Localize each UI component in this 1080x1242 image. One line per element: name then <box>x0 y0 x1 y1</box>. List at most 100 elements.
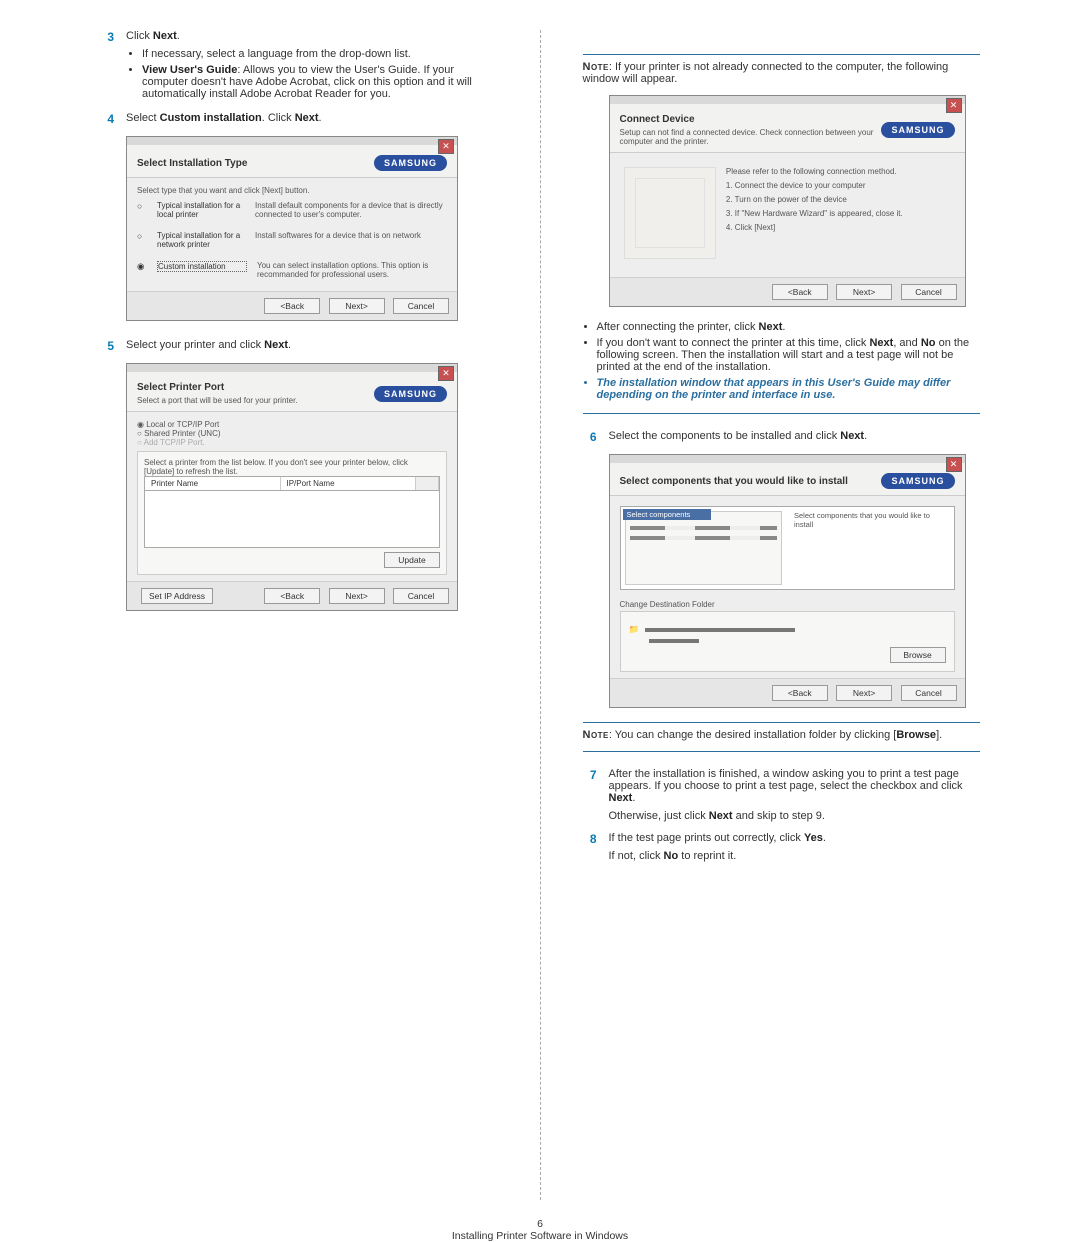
text: ]. <box>936 729 942 741</box>
right-column: Note: If your printer is not already con… <box>583 30 981 1200</box>
after-connect-bullets: After connecting the printer, click Next… <box>583 321 981 401</box>
back-button[interactable]: <Back <box>264 298 320 314</box>
list-item: If you don't want to connect the printer… <box>597 337 981 373</box>
text: . <box>632 792 635 804</box>
browse-button[interactable]: Browse <box>890 647 946 663</box>
components-group: Select components Select components that… <box>620 506 955 590</box>
step-7: 7 After the installation is finished, a … <box>583 768 981 822</box>
close-icon[interactable]: ✕ <box>438 139 454 154</box>
step-body: Select your printer and click Next. <box>126 339 498 353</box>
text: . <box>319 112 322 124</box>
next-button[interactable]: Next> <box>329 588 385 604</box>
brand-badge: SAMSUNG <box>881 122 954 138</box>
components-list[interactable]: Select components <box>625 511 783 585</box>
option-label: Typical installation for a local printer <box>157 201 245 219</box>
components-desc: Select components that you would like to… <box>790 511 950 585</box>
text: Please refer to the following connection… <box>726 167 903 176</box>
radio-icon[interactable]: ○ <box>137 231 147 241</box>
text: 3. If "New Hardware Wizard" is appeared,… <box>726 209 903 218</box>
brand-badge: SAMSUNG <box>374 155 447 171</box>
text-bold: Custom installation <box>160 112 262 124</box>
dialog-select-installation-type: ✕ Select Installation Type SAMSUNG Selec… <box>126 136 458 321</box>
step-body: Select Custom installation. Click Next. <box>126 112 498 126</box>
step-4: 4 Select Custom installation. Click Next… <box>100 112 498 126</box>
step-body: If the test page prints out correctly, c… <box>609 832 981 862</box>
text: and skip to step 9. <box>733 810 825 822</box>
brand-badge: SAMSUNG <box>881 473 954 489</box>
list-item-emphasis: The installation window that appears in … <box>597 377 981 401</box>
radio-icon[interactable]: ◉ <box>137 261 147 272</box>
path-placeholder <box>649 639 699 643</box>
close-icon[interactable]: ✕ <box>438 366 454 381</box>
text: . <box>823 832 826 844</box>
folder-icon: 📁 <box>629 624 640 635</box>
step-number: 3 <box>100 30 114 44</box>
next-button[interactable]: Next> <box>836 284 892 300</box>
option-custom[interactable]: ◉ Custom installation You can select ins… <box>137 255 447 285</box>
col-printer-name: Printer Name <box>145 477 281 490</box>
dialog-buttons: <Back Next> Cancel <box>610 277 965 306</box>
text-bold: Browse <box>896 729 936 741</box>
dest-folder-box: 📁 Browse <box>620 611 955 672</box>
close-icon[interactable]: ✕ <box>946 457 962 472</box>
connection-illustration <box>624 167 716 259</box>
list-item: After connecting the printer, click Next… <box>597 321 981 333</box>
option-label: Custom installation <box>157 261 247 272</box>
cancel-button[interactable]: Cancel <box>901 284 957 300</box>
cancel-button[interactable]: Cancel <box>901 685 957 701</box>
dialog-buttons: <Back Next> Cancel <box>610 678 965 707</box>
text: . <box>288 339 291 351</box>
step-number: 7 <box>583 768 597 822</box>
back-button[interactable]: <Back <box>772 685 828 701</box>
text-bold: Next <box>759 321 783 333</box>
dialog-buttons: Set IP Address <Back Next> Cancel <box>127 581 457 610</box>
close-icon[interactable]: ✕ <box>946 98 962 113</box>
text: 1. Connect the device to your computer <box>726 181 903 190</box>
brand-badge: SAMSUNG <box>374 386 447 402</box>
text: . Click <box>262 112 295 124</box>
text: 4. Click [Next] <box>726 223 903 232</box>
note-connect: Note: If your printer is not already con… <box>583 61 981 85</box>
option-desc: You can select installation options. Thi… <box>257 261 447 279</box>
text-bold: Next <box>295 112 319 124</box>
scrollbar[interactable] <box>416 477 439 490</box>
dialog-header: Select Printer Port Select a port that w… <box>127 372 457 412</box>
update-button[interactable]: Update <box>384 552 440 568</box>
next-button[interactable]: Next> <box>329 298 385 314</box>
step-5: 5 Select your printer and click Next. <box>100 339 498 353</box>
dialog-buttons: <Back Next> Cancel <box>127 291 457 320</box>
radio-local[interactable]: ◉ Local or TCP/IP Port <box>137 420 447 429</box>
column-divider <box>540 30 541 1200</box>
step-number: 4 <box>100 112 114 126</box>
step-3: 3 Click Next. <box>100 30 498 44</box>
radio-icon[interactable]: ○ <box>137 201 147 211</box>
option-typical-local[interactable]: ○ Typical installation for a local print… <box>137 195 447 225</box>
text-bold: Next <box>709 810 733 822</box>
step-8: 8 If the test page prints out correctly,… <box>583 832 981 862</box>
cancel-button[interactable]: Cancel <box>393 588 449 604</box>
next-button[interactable]: Next> <box>836 685 892 701</box>
step-number: 8 <box>583 832 597 862</box>
text-bold: Next <box>609 792 633 804</box>
text: Select <box>126 112 160 124</box>
cancel-button[interactable]: Cancel <box>393 298 449 314</box>
text-bold: Next <box>153 30 177 42</box>
printer-list-hint: Select a printer from the list below. If… <box>144 458 440 476</box>
dialog-header: Select components that you would like to… <box>610 463 965 496</box>
set-ip-button[interactable]: Set IP Address <box>141 588 213 604</box>
note-browse: Note: You can change the desired install… <box>583 729 981 741</box>
text: Select your printer and click <box>126 339 264 351</box>
option-typical-network[interactable]: ○ Typical installation for a network pri… <box>137 225 447 255</box>
option-label: Typical installation for a network print… <box>157 231 245 249</box>
radio-add-tcpip[interactable]: ○ Add TCP/IP Port. <box>137 438 447 447</box>
group-title: Select components <box>623 509 711 520</box>
text: Select the components to be installed an… <box>609 430 841 442</box>
text: If not, click <box>609 850 664 862</box>
dialog-subtitle: Setup can not find a connected device. C… <box>620 128 882 146</box>
back-button[interactable]: <Back <box>772 284 828 300</box>
back-button[interactable]: <Back <box>264 588 320 604</box>
text-bold: View User's Guide <box>142 64 237 76</box>
radio-shared[interactable]: ○ Shared Printer (UNC) <box>137 429 447 438</box>
printer-table-body[interactable] <box>144 491 440 548</box>
text-bold: Next <box>869 337 893 349</box>
